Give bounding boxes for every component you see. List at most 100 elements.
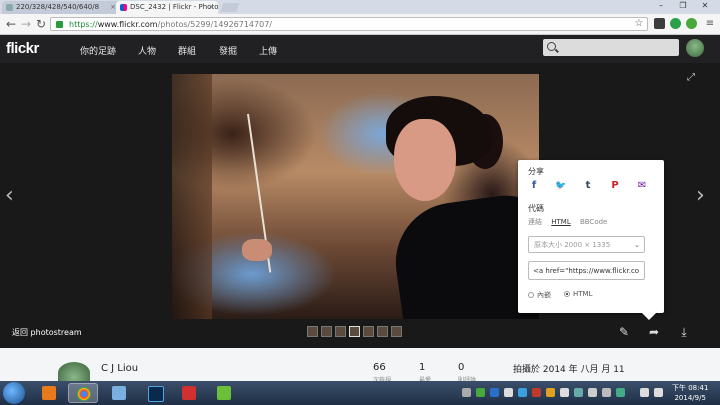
close-tab-icon[interactable]: × — [208, 1, 214, 14]
user-avatar[interactable] — [686, 39, 704, 57]
browser-tab-1[interactable]: 220/328/428/540/640/8 × — [2, 1, 120, 14]
taskbar-media-player[interactable] — [34, 383, 64, 403]
tumblr-icon[interactable]: t — [582, 180, 594, 192]
radio-inline[interactable]: 內嵌 — [528, 290, 551, 300]
browser-tab-strip: 220/328/428/540/640/8 × DSC_2432 | Flick… — [0, 0, 720, 14]
tray-icon[interactable] — [476, 388, 485, 397]
views-count: 66 — [373, 362, 386, 373]
taken-date: 拍攝於 2014 年 八月 月 11 — [513, 365, 625, 375]
windows-taskbar: 下午 08:41 2014/9/5 — [0, 381, 720, 405]
nav-people[interactable]: 人物 — [138, 44, 156, 57]
close-window-icon[interactable]: ✕ — [694, 0, 716, 12]
taskbar-app[interactable] — [174, 383, 204, 403]
minimize-icon[interactable]: – — [650, 0, 672, 12]
forward-arrow-icon[interactable]: → — [19, 17, 33, 31]
extension-icon[interactable] — [654, 18, 665, 29]
search-input[interactable] — [543, 39, 679, 56]
reload-icon[interactable]: ↻ — [34, 17, 48, 31]
clock-time: 下午 08:41 — [672, 384, 709, 392]
tab-bbcode[interactable]: BBCode — [580, 218, 607, 226]
share-title: 分享 — [528, 167, 544, 176]
thumbnail[interactable] — [363, 326, 374, 337]
thumbnail[interactable] — [391, 326, 402, 337]
download-icon[interactable]: ⤓ — [677, 325, 691, 339]
tray-icon[interactable] — [518, 388, 527, 397]
embed-code-field[interactable]: <a href="https://www.flickr.co — [528, 261, 645, 280]
photo-conductor-body — [388, 187, 539, 319]
radio-inline-label: 內嵌 — [537, 291, 551, 299]
share-icon[interactable]: ➦ — [647, 325, 661, 339]
tray-icon[interactable] — [602, 388, 611, 397]
nav-upload[interactable]: 上傳 — [259, 44, 277, 57]
page-favicon-icon — [6, 4, 13, 11]
lock-icon — [56, 21, 63, 28]
size-select[interactable]: 原本大小 2000 × 1335 ⌄ — [528, 236, 645, 253]
menu-icon[interactable]: ≡ — [703, 17, 717, 31]
photo-foreground-blur — [172, 74, 212, 319]
taskbar-app[interactable] — [209, 383, 239, 403]
radio-html[interactable]: HTML — [564, 290, 592, 298]
nav-explore[interactable]: 發掘 — [219, 44, 237, 57]
volume-icon[interactable] — [654, 388, 663, 397]
tray-icon[interactable] — [560, 388, 569, 397]
radio-inline-circle — [528, 292, 534, 298]
thumbnail[interactable] — [321, 326, 332, 337]
taskbar-photoshop[interactable] — [140, 383, 170, 403]
next-photo-icon[interactable]: › — [696, 183, 705, 208]
size-select-value: 原本大小 2000 × 1335 — [534, 241, 611, 249]
photo-info-bar: C J Liou 66 次檢視 1 最愛 0 則評論 拍攝於 2014 年 八月… — [0, 348, 720, 384]
facebook-icon[interactable]: f — [528, 180, 540, 192]
url-scheme: https:// — [69, 20, 98, 29]
photoshop-icon — [148, 386, 164, 402]
flickr-header: flickr 你的足跡 人物 群組 發掘 上傳 — [0, 35, 720, 63]
edit-icon[interactable]: ✎ — [617, 325, 631, 339]
flickr-logo[interactable]: flickr — [6, 40, 39, 57]
thumbnail[interactable] — [349, 326, 360, 337]
pinterest-icon[interactable]: P — [609, 180, 621, 192]
new-tab-button[interactable] — [220, 3, 240, 12]
thumbnail[interactable] — [307, 326, 318, 337]
back-to-photostream-link[interactable]: 返回 photostream — [12, 327, 82, 338]
tray-icon[interactable] — [532, 388, 541, 397]
address-bar[interactable]: https://www.flickr.com/photos/5299/14926… — [50, 17, 648, 31]
taskbar-chrome[interactable] — [68, 383, 98, 403]
main-photo — [172, 74, 539, 319]
extension-icon[interactable] — [686, 18, 697, 29]
tab-link[interactable]: 連結 — [528, 218, 542, 226]
tray-icon[interactable] — [616, 388, 625, 397]
fullscreen-icon[interactable]: ⤢ — [687, 72, 697, 83]
back-arrow-icon[interactable]: ← — [4, 17, 18, 31]
tray-icon[interactable] — [574, 388, 583, 397]
extension-icon[interactable] — [670, 18, 681, 29]
comments-count: 0 — [458, 362, 465, 373]
taskbar-app[interactable] — [104, 383, 134, 403]
tab-html[interactable]: HTML — [551, 218, 570, 226]
search-icon — [547, 42, 556, 51]
thumbnail[interactable] — [377, 326, 388, 337]
tray-icon[interactable] — [504, 388, 513, 397]
app-icon — [182, 386, 196, 400]
twitter-icon[interactable]: 🐦 — [555, 180, 567, 192]
tray-icon[interactable] — [588, 388, 597, 397]
tray-icon[interactable] — [546, 388, 555, 397]
start-button[interactable] — [3, 382, 25, 404]
tray-icon[interactable] — [490, 388, 499, 397]
views-stat: 66 次檢視 — [373, 362, 391, 384]
email-icon[interactable]: ✉ — [636, 180, 648, 192]
code-tabs: 連結 HTML BBCode — [528, 217, 614, 227]
owner-name[interactable]: C J Liou — [101, 363, 138, 374]
tray-icon[interactable] — [462, 388, 471, 397]
taskbar-clock[interactable]: 下午 08:41 2014/9/5 — [672, 383, 708, 403]
star-icon[interactable]: ☆ — [632, 17, 646, 31]
thumbnail[interactable] — [335, 326, 346, 337]
nav-groups[interactable]: 群組 — [178, 44, 196, 57]
network-icon[interactable] — [640, 388, 649, 397]
nav-your-footprint[interactable]: 你的足跡 — [80, 44, 116, 57]
previous-photo-icon[interactable]: ‹ — [5, 183, 14, 208]
media-player-icon — [42, 386, 56, 400]
app-icon — [217, 386, 231, 400]
browser-tab-2[interactable]: DSC_2432 | Flickr - Photo × — [116, 1, 218, 14]
maximize-icon[interactable]: ❐ — [672, 0, 694, 12]
url-host: www.flickr.com — [97, 20, 158, 29]
radio-html-circle — [564, 291, 570, 297]
